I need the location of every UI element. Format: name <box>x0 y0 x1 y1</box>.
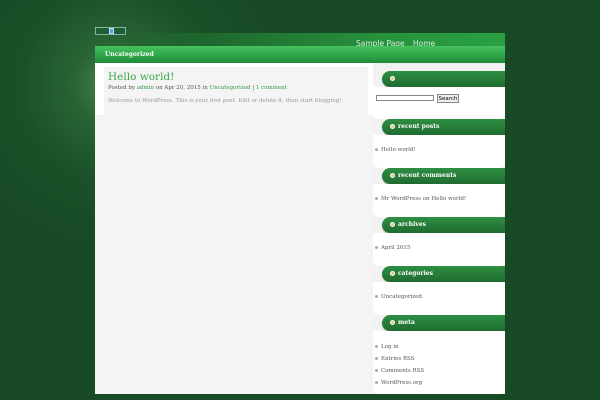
meta-author-link[interactable]: admin <box>137 85 154 91</box>
meta-link-entries-rss[interactable]: Entries RSS <box>381 356 415 362</box>
widget-header-recent-comments: recent comments <box>382 168 505 184</box>
list-bullet-icon <box>375 357 378 360</box>
bullet-icon <box>390 124 395 129</box>
widget-title: meta <box>398 319 415 326</box>
meta-item[interactable]: Comments RSS <box>375 368 424 374</box>
meta-item[interactable]: Log in <box>375 344 399 350</box>
bullet-icon <box>390 271 395 276</box>
logo-icon <box>109 28 114 34</box>
list-bullet-icon <box>375 369 378 372</box>
site-logo[interactable] <box>95 27 126 35</box>
category-bar-label: Uncategorized <box>105 51 154 58</box>
meta-date: on Apr 20, 2015 in <box>155 85 208 91</box>
widget-title: recent posts <box>398 123 440 130</box>
widget-header-meta: meta <box>382 315 505 331</box>
list-bullet-icon <box>375 381 378 384</box>
meta-link-login[interactable]: Log in <box>381 344 399 350</box>
search-input[interactable] <box>376 95 434 101</box>
meta-category-link[interactable]: Uncategorized <box>210 85 251 91</box>
recent-post-item[interactable]: Hello world! <box>375 147 416 153</box>
content-area <box>95 115 373 394</box>
recent-post-link[interactable]: Hello world! <box>381 147 416 153</box>
list-bullet-icon <box>375 246 378 249</box>
archive-item[interactable]: April 2015 <box>375 245 410 251</box>
post: Hello world! Posted by admin on Apr 20, … <box>104 67 368 115</box>
meta-posted-by: Posted by <box>108 85 135 91</box>
meta-separator: | <box>252 85 255 91</box>
post-excerpt: Welcome to WordPress. This is your first… <box>108 98 342 104</box>
search-button[interactable]: Search <box>437 94 459 103</box>
archive-link[interactable]: April 2015 <box>381 245 410 251</box>
widget-title: recent comments <box>398 172 457 179</box>
bullet-icon <box>390 76 395 81</box>
list-bullet-icon <box>375 148 378 151</box>
meta-comments-link[interactable]: 1 comment <box>256 85 287 91</box>
recent-comment-link[interactable]: Mr WordPress on Hello world! <box>381 196 466 202</box>
post-title[interactable]: Hello world! <box>108 71 174 83</box>
list-bullet-icon <box>375 197 378 200</box>
meta-item[interactable]: Entries RSS <box>375 356 415 362</box>
category-bar: Uncategorized <box>95 46 505 63</box>
post-meta: Posted by admin on Apr 20, 2015 in Uncat… <box>108 85 287 91</box>
recent-comment-item[interactable]: Mr WordPress on Hello world! <box>375 196 466 202</box>
meta-link-wordpress-org[interactable]: WordPress.org <box>381 380 422 386</box>
widget-header-categories: categories <box>382 266 505 282</box>
bullet-icon <box>390 320 395 325</box>
bullet-icon <box>390 222 395 227</box>
bullet-icon <box>390 173 395 178</box>
list-bullet-icon <box>375 295 378 298</box>
category-link[interactable]: Uncategorized <box>381 294 422 300</box>
widget-title: categories <box>398 270 433 277</box>
meta-link-comments-rss[interactable]: Comments RSS <box>381 368 424 374</box>
search-widget-header <box>382 71 505 87</box>
widget-header-archives: archives <box>382 217 505 233</box>
widget-header-recent-posts: recent posts <box>382 119 505 135</box>
widget-title: archives <box>398 221 427 228</box>
search-widget-body <box>373 87 505 119</box>
meta-item[interactable]: WordPress.org <box>375 380 422 386</box>
category-item[interactable]: Uncategorized <box>375 294 422 300</box>
list-bullet-icon <box>375 345 378 348</box>
